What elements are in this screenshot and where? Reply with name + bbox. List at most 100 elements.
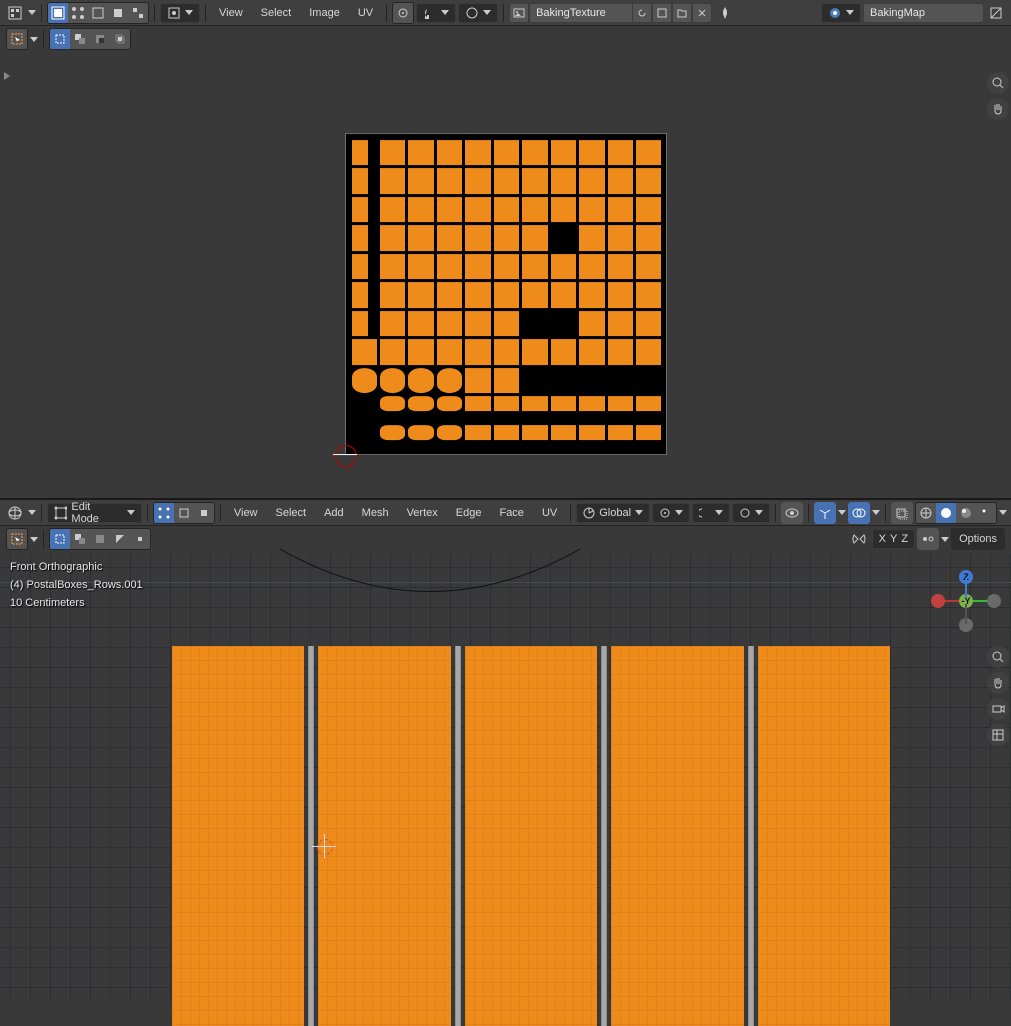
axis-lock-toggle[interactable]: X Y Z: [872, 529, 915, 549]
axis-x[interactable]: X: [879, 533, 886, 545]
render-slot-group: BakingMap: [863, 3, 983, 23]
axis-y[interactable]: Y: [890, 533, 897, 545]
pin-icon[interactable]: [714, 2, 736, 24]
image-name-field[interactable]: BakingTexture: [529, 3, 632, 23]
orientation-dropdown[interactable]: Global: [576, 503, 650, 523]
xray-icon[interactable]: [891, 502, 913, 524]
intersect-select-icon[interactable]: [130, 529, 150, 549]
matprev-shading-icon[interactable]: [956, 503, 976, 523]
gizmo-toggle-icon[interactable]: [814, 502, 836, 524]
mode-dropdown[interactable]: Edit Mode: [47, 503, 142, 523]
zoom-icon[interactable]: [987, 646, 1009, 668]
select-box-tool-icon[interactable]: [6, 28, 28, 50]
set-select-icon[interactable]: [50, 529, 70, 549]
open-image-icon[interactable]: [672, 3, 692, 23]
vp-menu-add[interactable]: Add: [316, 502, 352, 524]
pan-icon[interactable]: [987, 98, 1009, 120]
mesh-select-mode[interactable]: [153, 502, 215, 524]
snap-dropdown[interactable]: [416, 3, 456, 23]
intersect-select-icon[interactable]: [110, 29, 130, 49]
snap-dropdown-3d[interactable]: [692, 503, 730, 523]
gizmo-neg-x-axis[interactable]: [987, 594, 1001, 608]
pivot-overlay-group[interactable]: [392, 2, 414, 24]
uv-island: [465, 169, 490, 194]
subtract-select-icon[interactable]: [90, 529, 110, 549]
axis-z[interactable]: Z: [901, 533, 908, 545]
vp-menu-face[interactable]: Face: [491, 502, 531, 524]
fake-user-icon[interactable]: [632, 3, 652, 23]
uv-menu-uv[interactable]: UV: [350, 2, 381, 24]
wireframe-shading-icon[interactable]: [916, 503, 936, 523]
separator: [43, 30, 44, 48]
image-browse-icon[interactable]: [509, 3, 529, 23]
uv-canvas[interactable]: [345, 133, 667, 455]
image-datablock: BakingTexture: [509, 3, 712, 23]
uv-menu-view[interactable]: View: [211, 2, 251, 24]
edge-select-icon[interactable]: [88, 3, 108, 23]
uv-island: [522, 225, 547, 250]
nav-gizmo[interactable]: -Y Z: [931, 566, 1001, 636]
uv-menu-select[interactable]: Select: [253, 2, 300, 24]
uv-island: [522, 282, 547, 307]
overlay-toggle-icon[interactable]: [848, 502, 870, 524]
vertex-select-icon[interactable]: [68, 3, 88, 23]
viewport-canvas[interactable]: [0, 554, 1011, 1000]
proportional-dropdown[interactable]: [458, 3, 498, 23]
select-mode-3d[interactable]: [49, 528, 151, 550]
vp-menu-edge[interactable]: Edge: [448, 502, 490, 524]
uv-select-mode[interactable]: [47, 2, 149, 24]
butterfly-icon[interactable]: [848, 528, 870, 550]
uv-island: [352, 197, 369, 222]
face-mode-icon[interactable]: [194, 503, 214, 523]
invert-select-icon[interactable]: [110, 529, 130, 549]
editor-type-3d-icon[interactable]: [4, 502, 26, 524]
editor-type-dropdown-icon[interactable]: [4, 2, 26, 24]
camera-icon[interactable]: [987, 698, 1009, 720]
subtract-select-icon[interactable]: [90, 29, 110, 49]
vp-menu-select[interactable]: Select: [268, 502, 315, 524]
uv-sticky-dropdown[interactable]: [160, 3, 200, 23]
edge-mode-icon[interactable]: [174, 503, 194, 523]
pan-icon[interactable]: [987, 672, 1009, 694]
extend-select-icon[interactable]: [70, 529, 90, 549]
uv-island: [522, 140, 547, 165]
set-new-select-icon[interactable]: [50, 29, 70, 49]
mesh-column: [318, 646, 450, 1026]
pivot-dropdown-icon[interactable]: [393, 3, 413, 23]
uv-island: [636, 396, 661, 411]
uv-menu-image[interactable]: Image: [301, 2, 348, 24]
vp-menu-uv[interactable]: UV: [534, 502, 565, 524]
pivot-dropdown[interactable]: [652, 503, 690, 523]
options-dropdown[interactable]: Options: [951, 528, 1005, 550]
vp-menu-mesh[interactable]: Mesh: [354, 502, 397, 524]
extend-select-icon[interactable]: [70, 29, 90, 49]
zoom-icon[interactable]: [987, 72, 1009, 94]
vertex-mode-icon[interactable]: [154, 503, 174, 523]
uv-island: [579, 311, 604, 336]
proportional-dropdown-3d[interactable]: [732, 503, 770, 523]
solid-shading-icon[interactable]: [936, 503, 956, 523]
island-select-icon[interactable]: [128, 3, 148, 23]
face-select-icon[interactable]: [108, 3, 128, 23]
unlink-image-icon[interactable]: [692, 3, 712, 23]
vp-menu-view[interactable]: View: [226, 502, 266, 524]
visibility-icon[interactable]: [781, 502, 803, 524]
slot-dropdown[interactable]: [821, 3, 861, 23]
mirror-options-icon[interactable]: [917, 528, 939, 550]
gizmo-x-axis[interactable]: [931, 594, 945, 608]
sync-selection-icon[interactable]: [48, 3, 68, 23]
shading-mode[interactable]: [915, 502, 997, 524]
vp-menu-vertex[interactable]: Vertex: [399, 502, 446, 524]
expand-handle[interactable]: [2, 70, 12, 82]
select-mode-group[interactable]: [49, 28, 131, 50]
uv-island: [579, 169, 604, 194]
uv-island: [608, 282, 633, 307]
select-box-tool-3d-icon[interactable]: [6, 528, 28, 550]
rendered-shading-icon[interactable]: [976, 503, 996, 523]
perspective-icon[interactable]: [987, 724, 1009, 746]
render-slot-field[interactable]: BakingMap: [863, 3, 983, 23]
separator: [503, 4, 504, 22]
new-image-icon[interactable]: [652, 3, 672, 23]
display-channels-icon[interactable]: [985, 2, 1007, 24]
uv-island: [408, 425, 433, 440]
